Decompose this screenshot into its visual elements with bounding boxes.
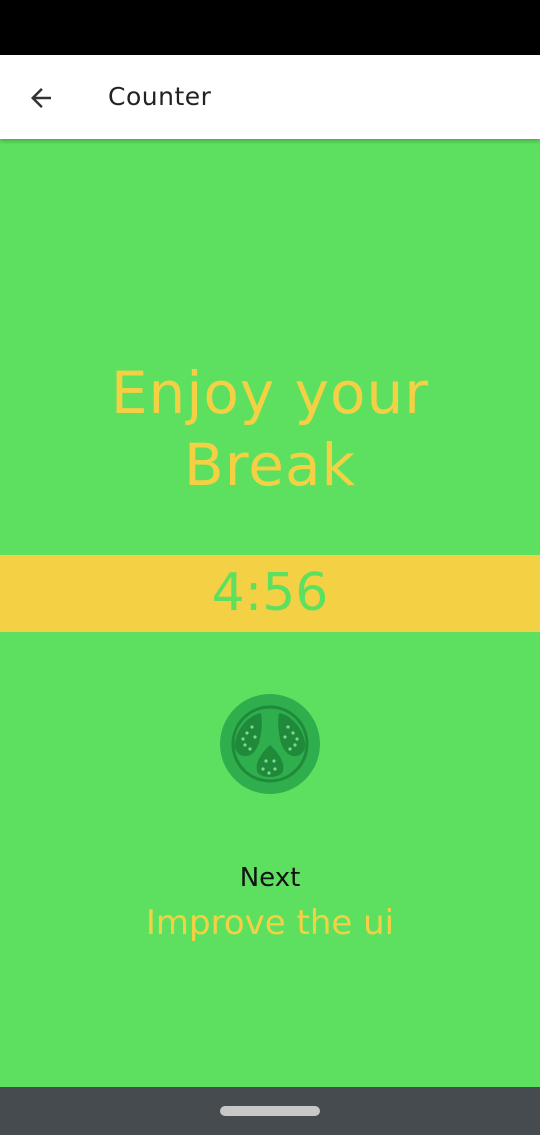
back-button[interactable] bbox=[18, 75, 64, 121]
arrow-back-icon bbox=[31, 88, 51, 108]
next-label: Next bbox=[239, 863, 301, 893]
screen: Counter Enjoy your Break 4:56 Next Impro… bbox=[0, 0, 540, 1135]
page-title: Counter bbox=[108, 82, 212, 111]
timer-band: 4:56 bbox=[0, 555, 540, 632]
headline-line-1: Enjoy your bbox=[110, 359, 430, 427]
timer-display: 4:56 bbox=[211, 563, 329, 623]
app-bar: Counter bbox=[0, 55, 540, 139]
system-nav-bar bbox=[0, 1087, 540, 1135]
break-headline: Enjoy your Break bbox=[0, 357, 540, 501]
tomato-icon bbox=[220, 694, 320, 794]
break-content: Enjoy your Break 4:56 Next Improve the u… bbox=[0, 139, 540, 1087]
tomato-button[interactable] bbox=[219, 693, 321, 795]
home-gesture-handle[interactable] bbox=[220, 1106, 320, 1116]
next-task-text: Improve the ui bbox=[145, 903, 395, 943]
status-bar bbox=[0, 0, 540, 55]
headline-line-2: Break bbox=[183, 431, 357, 499]
